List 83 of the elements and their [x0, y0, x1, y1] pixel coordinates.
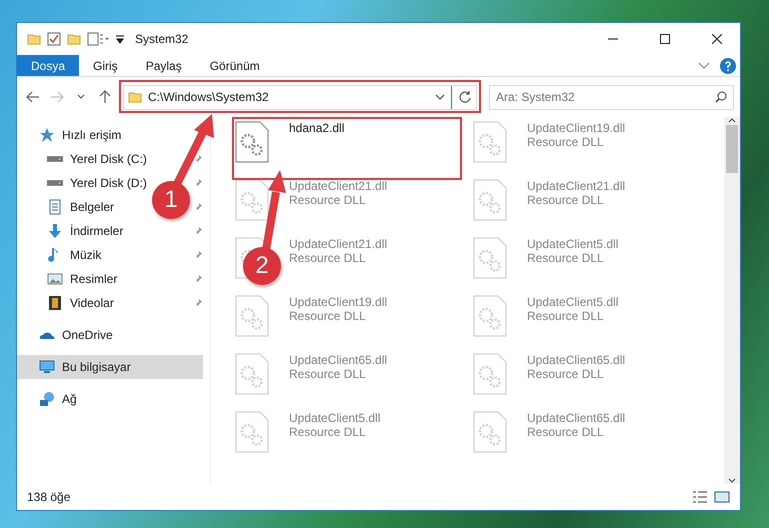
sidebar-item[interactable]: Videolar [17, 291, 120, 315]
help-icon[interactable] [720, 58, 736, 74]
back-arrow-icon[interactable] [26, 91, 40, 103]
file-type: Resource DLL [527, 193, 605, 207]
search-icon[interactable] [715, 91, 727, 103]
drive-icon [47, 156, 63, 162]
dll-file-icon [473, 237, 507, 279]
scrollbar[interactable] [724, 117, 740, 484]
dll-file-icon [235, 121, 269, 163]
item-count: 138 öğe [27, 490, 70, 504]
file-name[interactable]: UpdateClient65.dll [527, 353, 626, 367]
file-type: Resource DLL [527, 425, 605, 439]
dll-file-icon [235, 295, 269, 337]
sidebar-item[interactable]: Yerel Disk (C:) [17, 147, 153, 171]
dll-file-icon [473, 179, 507, 221]
properties-icon[interactable] [47, 32, 61, 46]
picture-icon [47, 271, 63, 287]
dll-file-icon [473, 353, 507, 395]
chevron-down-icon[interactable] [435, 94, 445, 100]
sidebar-item[interactable]: Ağ [17, 387, 83, 411]
search-field[interactable]: Ara: System32 [489, 84, 734, 110]
dll-file-icon [473, 295, 507, 337]
ribbon-tab[interactable]: Paylaş [132, 55, 196, 76]
scroll-down-icon[interactable] [728, 478, 736, 484]
details-view-icon[interactable] [692, 490, 708, 504]
file-name[interactable]: UpdateClient21.dll [527, 179, 626, 193]
sidebar-item[interactable]: Müzik [17, 243, 108, 267]
download-icon [47, 223, 63, 239]
sidebar-item[interactable]: Bu bilgisayar [17, 355, 203, 379]
ribbon-tab[interactable]: Dosya [17, 55, 80, 76]
sidebar-item[interactable]: Resimler [17, 267, 124, 291]
address-field[interactable]: C:\Windows\System32 [123, 84, 477, 110]
new-folder-icon [67, 32, 81, 46]
file-name[interactable]: UpdateClient21.dll [289, 179, 388, 193]
dll-file-icon [473, 411, 507, 453]
close-icon[interactable] [712, 34, 722, 44]
chevron-down-icon[interactable] [77, 94, 85, 100]
scrollbar-thumb[interactable] [726, 125, 738, 173]
file-name[interactable]: UpdateClient5.dll [289, 411, 380, 425]
dll-file-icon [235, 353, 269, 395]
dll-file-icon [235, 179, 269, 221]
ribbon-tab[interactable]: Giriş [79, 55, 132, 76]
refresh-icon[interactable] [458, 90, 472, 104]
file-name[interactable]: UpdateClient19.dll [527, 121, 626, 135]
file-type: Resource DLL [289, 309, 367, 323]
file-name[interactable]: UpdateClient19.dll [289, 295, 388, 309]
file-name[interactable]: UpdateClient65.dll [289, 353, 388, 367]
sidebar-item[interactable]: Belgeler [17, 195, 120, 219]
file-type: Resource DLL [289, 367, 367, 381]
file-name[interactable]: UpdateClient5.dll [527, 237, 618, 251]
star-icon [39, 127, 55, 143]
file-name[interactable]: UpdateClient21.dll [289, 237, 388, 251]
monitor-icon [39, 359, 55, 375]
view-options-icon[interactable] [87, 32, 109, 46]
file-type: Resource DLL [527, 135, 605, 149]
file-name[interactable]: UpdateClient65.dll [527, 411, 626, 425]
dll-file-icon [235, 411, 269, 453]
window-title: System32 [135, 32, 190, 46]
file-type: Resource DLL [527, 251, 605, 265]
caret-icon[interactable] [115, 33, 125, 45]
up-arrow-icon[interactable] [99, 90, 111, 104]
sidebar-item[interactable]: İndirmeler [17, 219, 130, 243]
document-icon [47, 199, 63, 215]
scroll-up-icon[interactable] [728, 117, 736, 123]
network-icon [39, 391, 55, 407]
file-type: Resource DLL [289, 425, 367, 439]
sidebar-item[interactable]: Yerel Disk (D:) [17, 171, 153, 195]
file-type: Resource DLL [289, 193, 367, 207]
folder-icon [128, 90, 142, 104]
sidebar-item[interactable]: Hızlı erişim [17, 123, 128, 147]
film-icon [47, 295, 63, 311]
file-type: Resource DLL [289, 251, 367, 265]
file-type: Resource DLL [527, 367, 605, 381]
drive-icon [47, 180, 63, 186]
file-type: Resource DLL [527, 309, 605, 323]
file-name[interactable]: UpdateClient5.dll [527, 295, 618, 309]
file-name[interactable]: hdana2.dll [289, 121, 344, 135]
sidebar-item[interactable]: OneDrive [17, 323, 119, 347]
dll-file-icon [473, 121, 507, 163]
ribbon-tab[interactable]: Görünüm [196, 55, 274, 76]
large-icons-view-icon[interactable] [714, 490, 730, 504]
maximize-icon[interactable] [660, 34, 670, 44]
folder-icon [27, 32, 41, 46]
